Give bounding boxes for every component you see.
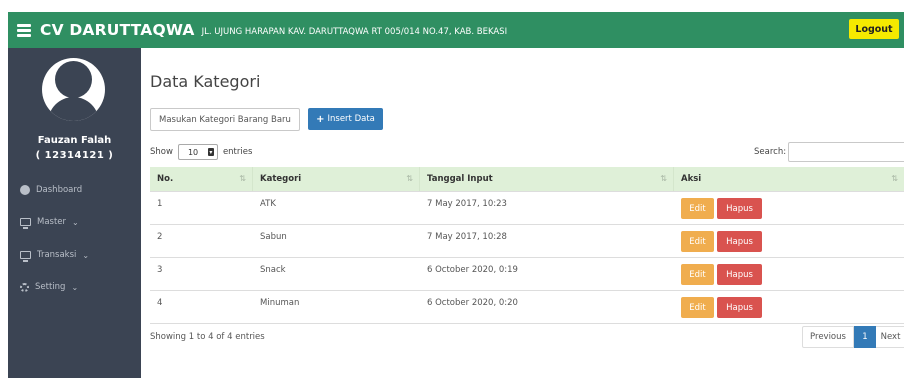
company-address: JL. UJUNG HARAPAN KAV. DARUTTAQWA RT 005… xyxy=(201,27,508,37)
brand-name: CV DARUTTAQWA xyxy=(40,21,195,39)
insert-data-button[interactable]: + Insert Data xyxy=(308,108,383,130)
insert-data-label: Insert Data xyxy=(327,114,375,124)
sidebar-item-label: Dashboard xyxy=(36,185,83,195)
entries-label: entries xyxy=(222,147,253,157)
user-id: ( 12314121 ) xyxy=(35,150,114,161)
top-navbar: CV DARUTTAQWA JL. UJUNG HARAPAN KAV. DAR… xyxy=(8,12,904,48)
showing-info: Showing 1 to 4 of 4 entries xyxy=(150,332,265,342)
delete-button[interactable]: Hapus xyxy=(717,264,762,285)
hamburger-menu-icon[interactable] xyxy=(17,23,31,37)
show-label: Show xyxy=(150,147,173,157)
monitor-icon xyxy=(20,218,31,229)
cell-no: 2 xyxy=(157,232,163,242)
kategori-table: No. ⇅ Kategori ⇅ Tanggal Input ⇅ Aksi ⇅ … xyxy=(150,167,904,324)
chevron-down-icon: ▾ xyxy=(207,148,214,156)
cell-kategori: Snack xyxy=(260,265,286,275)
sidebar-item-setting[interactable]: Setting ⌄ xyxy=(20,282,78,292)
column-header-aksi[interactable]: Aksi ⇅ xyxy=(674,167,904,191)
sidebar-item-label: Setting xyxy=(35,282,66,292)
cell-kategori: ATK xyxy=(260,199,276,209)
sidebar-item-dashboard[interactable]: Dashboard xyxy=(20,185,82,195)
table-row: 1 ATK 7 May 2017, 10:23 Edit Hapus xyxy=(150,191,904,224)
chevron-down-icon: ⌄ xyxy=(71,282,79,292)
sort-icon: ⇅ xyxy=(406,174,413,183)
next-page-button[interactable]: Next xyxy=(876,326,904,348)
previous-page-button[interactable]: Previous xyxy=(802,326,854,348)
delete-button[interactable]: Hapus xyxy=(717,231,762,252)
delete-button[interactable]: Hapus xyxy=(717,198,762,219)
table-bottom-border xyxy=(150,323,904,324)
page-1-button[interactable]: 1 xyxy=(854,326,876,348)
table-row: 3 Snack 6 October 2020, 0:19 Edit Hapus xyxy=(150,257,904,290)
table-row: 2 Sabun 7 May 2017, 10:28 Edit Hapus xyxy=(150,224,904,257)
chevron-down-icon: ⌄ xyxy=(72,217,79,227)
cell-tanggal: 6 October 2020, 0:20 xyxy=(427,298,518,308)
cell-kategori: Sabun xyxy=(260,232,287,242)
cell-no: 4 xyxy=(157,298,163,308)
pagination: Previous 1 Next xyxy=(802,326,904,348)
cell-aksi: Edit Hapus xyxy=(674,291,904,323)
sidebar-item-label: Transaksi xyxy=(37,250,77,260)
sidebar-item-master[interactable]: Master ⌄ xyxy=(20,217,79,229)
edit-button[interactable]: Edit xyxy=(681,231,714,252)
chevron-down-icon: ⌄ xyxy=(82,250,90,260)
sidebar-item-transaksi[interactable]: Transaksi ⌄ xyxy=(20,250,90,262)
search-label: Search: xyxy=(754,147,787,157)
cell-no: 1 xyxy=(157,199,163,209)
column-header-no[interactable]: No. ⇅ xyxy=(150,167,253,191)
page-title: Data Kategori xyxy=(150,72,261,91)
sort-icon: ⇅ xyxy=(660,174,667,183)
plus-icon: + xyxy=(316,113,325,125)
column-header-kategori[interactable]: Kategori ⇅ xyxy=(253,167,420,191)
cell-tanggal: 7 May 2017, 10:28 xyxy=(427,232,507,242)
dashboard-icon xyxy=(20,185,30,195)
gear-icon xyxy=(20,282,29,292)
cell-kategori: Minuman xyxy=(260,298,300,308)
column-header-tanggal[interactable]: Tanggal Input ⇅ xyxy=(420,167,674,191)
entries-length-control: Show 10 ▾ entries xyxy=(150,144,252,160)
search-input[interactable] xyxy=(788,142,904,162)
sidebar: Fauzan Falah ( 12314121 ) Dashboard Mast… xyxy=(8,48,141,378)
user-name: Fauzan Falah xyxy=(37,135,112,146)
cell-no: 3 xyxy=(157,265,163,275)
edit-button[interactable]: Edit xyxy=(681,297,714,318)
edit-button[interactable]: Edit xyxy=(681,264,714,285)
avatar xyxy=(42,58,105,121)
category-input[interactable]: Masukan Kategori Barang Baru xyxy=(150,108,300,131)
sidebar-item-label: Master xyxy=(37,217,67,227)
edit-button[interactable]: Edit xyxy=(681,198,714,219)
delete-button[interactable]: Hapus xyxy=(717,297,762,318)
table-header: No. ⇅ Kategori ⇅ Tanggal Input ⇅ Aksi ⇅ xyxy=(150,167,904,191)
cell-tanggal: 7 May 2017, 10:23 xyxy=(427,199,507,209)
entries-value: 10 xyxy=(187,147,199,157)
sort-icon: ⇅ xyxy=(891,174,898,183)
page: CV DARUTTAQWA JL. UJUNG HARAPAN KAV. DAR… xyxy=(0,0,904,378)
logout-button[interactable]: Logout xyxy=(849,19,899,39)
entries-select[interactable]: 10 ▾ xyxy=(177,144,218,160)
sort-asc-icon: ⇅ xyxy=(239,174,246,183)
cell-aksi: Edit Hapus xyxy=(674,192,904,224)
cell-tanggal: 6 October 2020, 0:19 xyxy=(427,265,518,275)
monitor-icon xyxy=(20,251,31,262)
table-row: 4 Minuman 6 October 2020, 0:20 Edit Hapu… xyxy=(150,290,904,323)
cell-aksi: Edit Hapus xyxy=(674,258,904,290)
cell-aksi: Edit Hapus xyxy=(674,225,904,257)
